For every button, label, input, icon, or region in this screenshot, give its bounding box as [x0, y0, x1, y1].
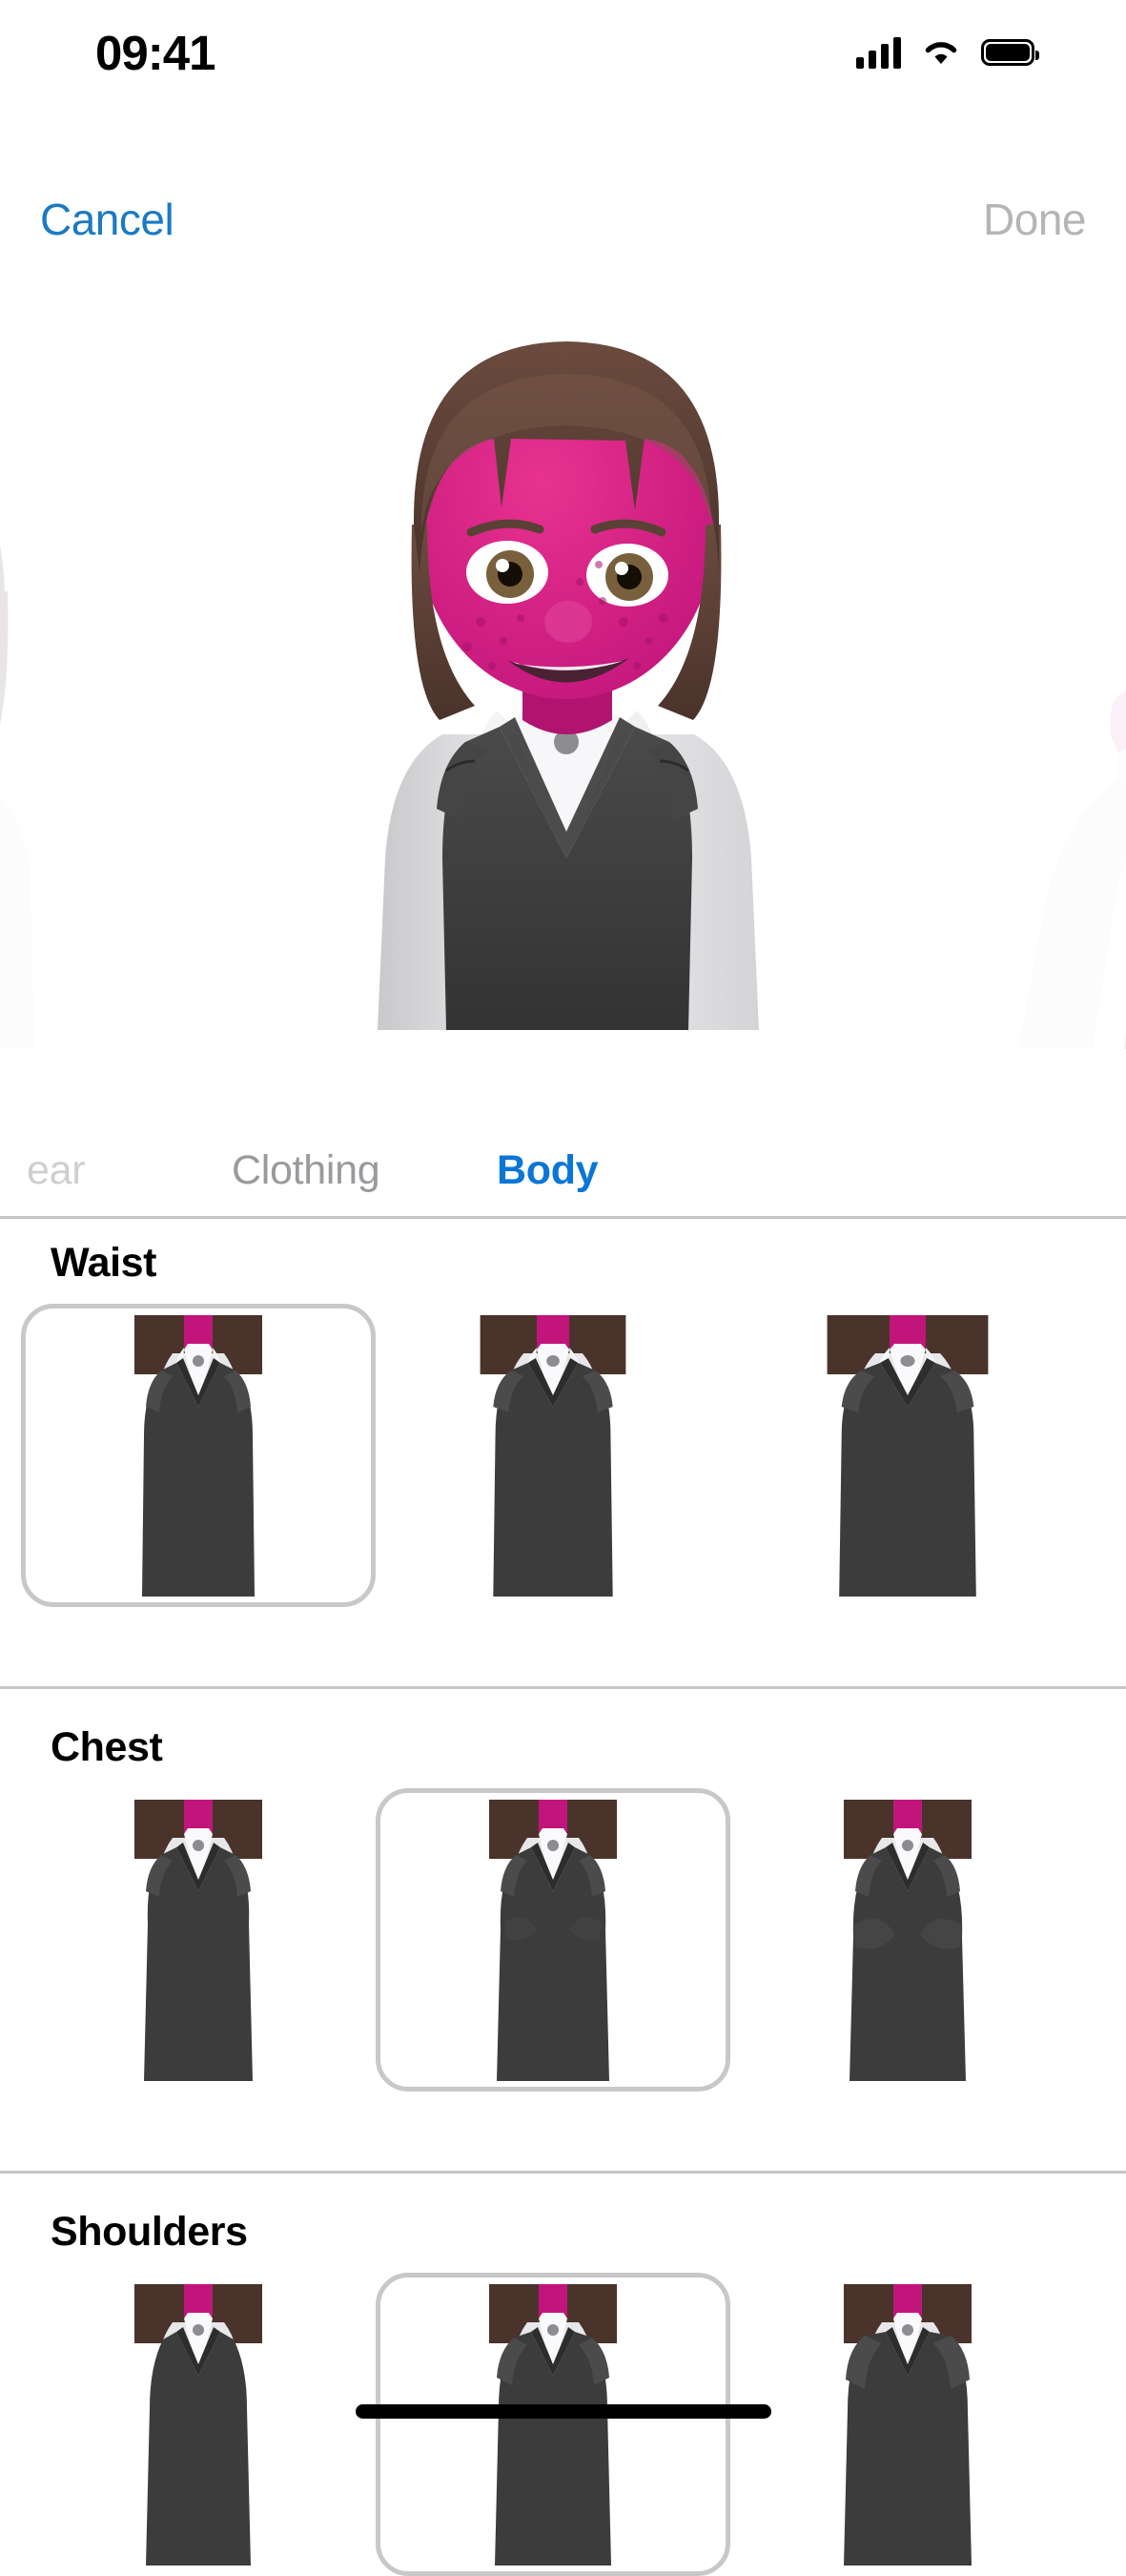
option-chest-3[interactable] — [730, 1788, 1085, 2092]
section-chest: Chest — [0, 1724, 1126, 2092]
torso-thumbnail — [89, 1799, 308, 2081]
tab-body[interactable]: Body — [497, 1147, 599, 1194]
status-bar-time: 09:41 — [95, 25, 215, 80]
option-waist-1[interactable] — [21, 1304, 376, 1607]
section-shoulders: Shoulders — [0, 2209, 1126, 2576]
option-shoulders-2[interactable] — [376, 2273, 730, 2576]
torso-thumbnail — [798, 1314, 1017, 1597]
torso-thumbnail — [798, 2283, 1017, 2566]
torso-thumbnail — [443, 1799, 663, 2081]
section-title-chest: Chest — [51, 1724, 163, 1770]
status-bar: 09:41 — [0, 0, 1126, 105]
status-bar-icons — [856, 36, 1039, 69]
category-tab-strip[interactable]: ear Clothing Body — [0, 1125, 1126, 1219]
section-waist: Waist — [0, 1240, 1126, 1607]
avatar-preview-carousel[interactable] — [0, 286, 1126, 1068]
torso-thumbnail — [89, 1314, 308, 1597]
memoji-previous[interactable] — [0, 324, 114, 1054]
section-title-shoulders: Shoulders — [51, 2209, 248, 2255]
tab-clothing[interactable]: Clothing — [232, 1147, 380, 1194]
signal-bars-icon — [856, 36, 901, 69]
memoji-next[interactable] — [1001, 324, 1126, 1054]
memoji-current[interactable] — [225, 286, 902, 1035]
option-row-waist — [0, 1304, 1126, 1607]
option-waist-3[interactable] — [730, 1304, 1085, 1607]
torso-thumbnail — [443, 2283, 663, 2566]
divider-chest — [0, 2171, 1126, 2174]
option-shoulders-3[interactable] — [730, 2273, 1085, 2576]
cancel-button[interactable]: Cancel — [40, 194, 174, 245]
option-chest-1[interactable] — [21, 1788, 376, 2092]
wifi-icon — [925, 42, 957, 64]
option-shoulders-1[interactable] — [21, 2273, 376, 2576]
option-row-chest — [0, 1788, 1126, 2092]
home-indicator[interactable] — [355, 2404, 771, 2419]
nav-bar: Cancel Done — [0, 176, 1126, 262]
option-waist-2[interactable] — [376, 1304, 730, 1607]
torso-thumbnail — [89, 2283, 308, 2566]
torso-thumbnail — [443, 1314, 663, 1597]
section-title-waist: Waist — [51, 1240, 157, 1286]
tab-headwear[interactable]: ear — [27, 1147, 86, 1194]
divider-waist — [0, 1686, 1126, 1689]
done-button[interactable]: Done — [983, 194, 1086, 245]
battery-icon — [981, 39, 1039, 66]
option-chest-2[interactable] — [376, 1788, 730, 2092]
torso-thumbnail — [798, 1799, 1017, 2081]
option-row-shoulders — [0, 2273, 1126, 2576]
